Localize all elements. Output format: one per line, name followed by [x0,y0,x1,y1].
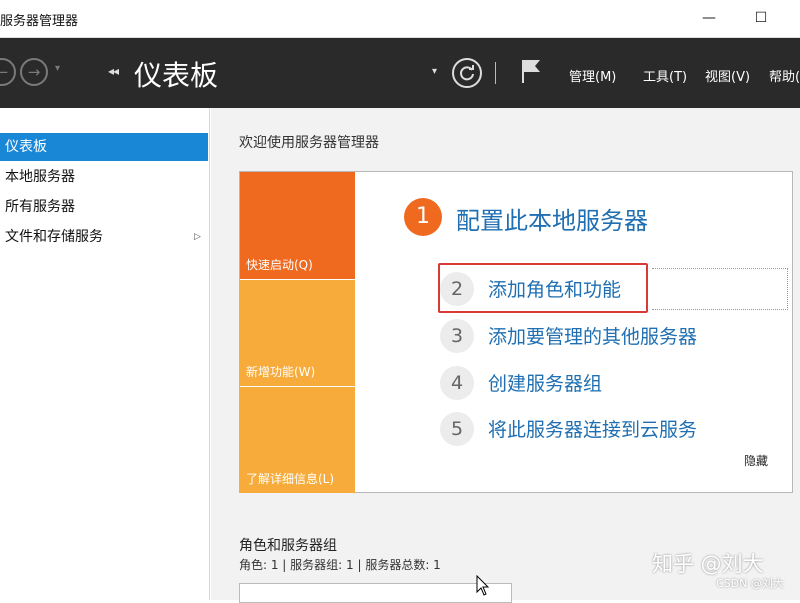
welcome-heading: 欢迎使用服务器管理器 [239,135,379,151]
sidebar-item-label: 仪表板 [5,139,47,155]
title-bar: 服务器管理器 — ☐ [0,0,800,38]
sidebar-item-label: 文件和存储服务 [5,229,103,245]
refresh-icon [460,65,474,81]
tile-learn-more[interactable]: 了解详细信息(L) [240,387,355,493]
roles-heading: 角色和服务器组 [239,538,337,554]
back-button[interactable]: ← [0,58,16,86]
menu-help[interactable]: 帮助(H) [769,66,800,85]
page-title: 仪表板 [134,59,219,92]
tile-label: 快速启动(Q) [246,258,313,272]
breadcrumb-arrows-icon: ◂◂ [108,64,119,78]
focus-outline [652,268,788,310]
role-tile[interactable] [239,583,512,603]
sidebar-item-file-storage[interactable]: 文件和存储服务 ▷ [0,223,208,251]
expand-arrow-icon[interactable]: ▷ [194,223,201,251]
add-roles-features-link[interactable]: 添加角色和功能 [488,275,621,302]
roles-summary: 角色: 1 | 服务器组: 1 | 服务器总数: 1 [239,558,441,572]
header-bar: ← → ▾ ◂◂ 仪表板 ▾ 管理(M) 工具(T) 视图(V) 帮助(H) [0,38,800,108]
watermark-csdn: CSDN @刘大 [716,577,784,590]
tile-quick-start[interactable]: 快速启动(Q) [240,172,355,279]
main-content: 欢迎使用服务器管理器 快速启动(Q) 新增功能(W) 了解详细信息(L) 1 配… [211,108,800,603]
forward-button[interactable]: → [20,58,48,86]
tile-label: 了解详细信息(L) [246,472,335,486]
menu-view[interactable]: 视图(V) [705,66,750,85]
window-title: 服务器管理器 [0,14,79,29]
history-dropdown-icon[interactable]: ▾ [55,63,60,74]
arrow-left-icon: ← [0,63,9,81]
maximize-button[interactable]: ☐ [750,8,772,28]
create-server-group-link[interactable]: 创建服务器组 [488,369,602,396]
step-number: 5 [440,412,474,446]
hide-link[interactable]: 隐藏 [744,452,768,469]
configure-local-server-link[interactable]: 配置此本地服务器 [456,201,648,236]
connect-cloud-link[interactable]: 将此服务器连接到云服务 [488,415,697,442]
add-servers-link[interactable]: 添加要管理的其他服务器 [488,322,697,349]
flag-icon[interactable] [520,58,542,84]
minimize-button[interactable]: — [698,8,720,28]
arrow-right-icon: → [27,63,41,81]
sidebar-item-all-servers[interactable]: 所有服务器 [0,193,208,221]
sidebar-item-label: 本地服务器 [5,169,75,185]
refresh-button[interactable] [452,58,482,88]
sidebar-item-dashboard[interactable]: 仪表板 [0,133,208,161]
menu-manage[interactable]: 管理(M) [569,66,616,85]
mouse-cursor-icon [476,575,490,596]
breadcrumb-dropdown-icon[interactable]: ▾ [432,66,437,77]
step-number: 4 [440,366,474,400]
sidebar-item-local-server[interactable]: 本地服务器 [0,163,208,191]
watermark-zhihu: 知乎 @刘大 [652,552,764,576]
sidebar: 仪表板 本地服务器 所有服务器 文件和存储服务 ▷ [0,108,210,600]
step-number: 2 [440,272,474,306]
menu-tools[interactable]: 工具(T) [643,66,687,85]
step-1-number: 1 [404,198,442,236]
header-divider [495,62,496,84]
quick-start-card: 快速启动(Q) 新增功能(W) 了解详细信息(L) 1 配置此本地服务器 2 添… [239,171,793,493]
sidebar-item-label: 所有服务器 [5,199,75,215]
step-number: 3 [440,319,474,353]
tile-label: 新增功能(W) [246,365,316,379]
tile-whats-new[interactable]: 新增功能(W) [240,280,355,386]
